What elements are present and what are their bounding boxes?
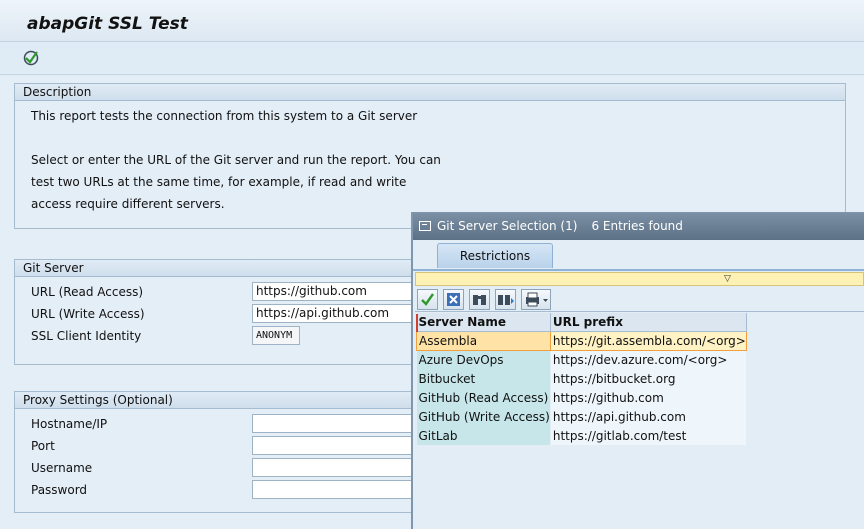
- server-table: Server Name URL prefix Assembla https://g…: [416, 313, 747, 445]
- port-label: Port: [31, 439, 55, 453]
- cancel-icon[interactable]: [443, 289, 464, 310]
- url-prefix-cell[interactable]: https://dev.azure.com/<org>: [550, 350, 747, 369]
- server-name-cell[interactable]: Assembla: [416, 330, 551, 351]
- server-name-cell[interactable]: GitHub (Read Access): [416, 388, 551, 407]
- description-line: This report tests the connection from th…: [31, 109, 418, 123]
- find-icon[interactable]: [469, 289, 490, 310]
- table-row[interactable]: GitLab https://gitlab.com/test: [416, 426, 747, 445]
- description-line: access require different servers.: [31, 197, 225, 211]
- server-name-cell[interactable]: GitLab: [416, 426, 551, 445]
- entries-found: 6 Entries found: [591, 219, 683, 233]
- column-header-server-name[interactable]: Server Name: [416, 313, 551, 332]
- grid-divider: [415, 311, 864, 312]
- print-icon[interactable]: [521, 289, 551, 310]
- url-write-label: URL (Write Access): [31, 307, 145, 321]
- git-server-selection-dialog: Git Server Selection (1) 6 Entries found …: [411, 212, 864, 529]
- table-row[interactable]: Azure DevOps https://dev.azure.com/<org>: [416, 350, 747, 369]
- ssl-identity-input[interactable]: ANONYM: [252, 326, 300, 345]
- description-header: Description: [15, 84, 845, 101]
- tab-restrictions[interactable]: Restrictions: [437, 243, 553, 268]
- focus-marker: [416, 314, 420, 332]
- hostname-input[interactable]: [252, 414, 414, 433]
- password-input[interactable]: [252, 480, 414, 499]
- url-write-input[interactable]: https://api.github.com: [252, 304, 414, 323]
- window-icon: [419, 221, 431, 231]
- table-row[interactable]: GitHub (Read Access) https://github.com: [416, 388, 747, 407]
- table-row[interactable]: GitHub (Write Access) https://api.github.…: [416, 407, 747, 426]
- execute-icon[interactable]: [22, 49, 40, 67]
- url-read-input[interactable]: https://github.com: [252, 282, 414, 301]
- server-name-cell[interactable]: Bitbucket: [416, 369, 551, 388]
- server-name-cell[interactable]: GitHub (Write Access): [416, 407, 551, 426]
- url-prefix-cell[interactable]: https://gitlab.com/test: [550, 426, 747, 445]
- server-name-cell[interactable]: Azure DevOps: [416, 350, 551, 369]
- table-row[interactable]: Assembla https://git.assembla.com/<org>: [416, 330, 747, 351]
- url-prefix-cell[interactable]: https://git.assembla.com/<org>: [549, 330, 747, 351]
- hostname-label: Hostname/IP: [31, 417, 108, 431]
- ssl-identity-label: SSL Client Identity: [31, 329, 142, 343]
- find-next-icon[interactable]: [495, 289, 516, 310]
- port-input[interactable]: [252, 436, 414, 455]
- tab-strip: Restrictions: [413, 240, 864, 271]
- description-line: Select or enter the URL of the Git serve…: [31, 153, 441, 167]
- dialog-title-bar[interactable]: Git Server Selection (1) 6 Entries found: [413, 213, 864, 240]
- app-toolbar: [0, 43, 864, 75]
- password-label: Password: [31, 483, 88, 497]
- expand-down-icon[interactable]: ▽: [724, 274, 731, 284]
- username-label: Username: [31, 461, 93, 475]
- username-input[interactable]: [252, 458, 414, 477]
- url-prefix-cell[interactable]: https://api.github.com: [550, 407, 747, 426]
- restrictions-toggle-bar[interactable]: ▽: [415, 272, 864, 286]
- column-header-url-prefix[interactable]: URL prefix: [550, 313, 747, 332]
- url-prefix-cell[interactable]: https://github.com: [550, 388, 747, 407]
- page-title: abapGit SSL Test: [27, 14, 188, 34]
- table-row[interactable]: Bitbucket https://bitbucket.org: [416, 369, 747, 388]
- title-bar: abapGit SSL Test: [0, 0, 864, 42]
- description-line: test two URLs at the same time, for exam…: [31, 175, 407, 189]
- dialog-title: Git Server Selection (1): [437, 219, 578, 233]
- url-prefix-cell[interactable]: https://bitbucket.org: [550, 369, 747, 388]
- confirm-icon[interactable]: [417, 289, 438, 310]
- url-read-label: URL (Read Access): [31, 285, 144, 299]
